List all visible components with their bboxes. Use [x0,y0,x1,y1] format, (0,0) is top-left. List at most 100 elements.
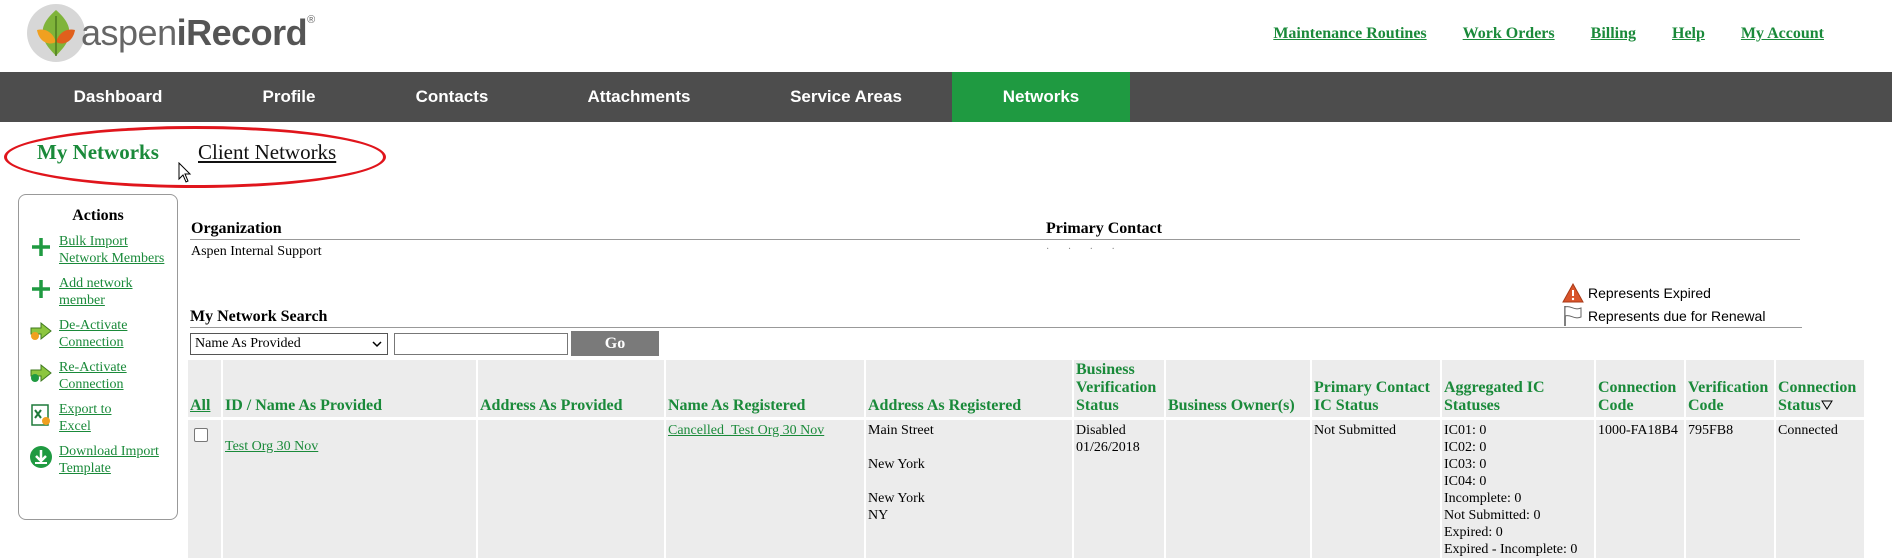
download-icon [30,446,52,468]
ic-status-line: Incomplete: 0 [1444,491,1522,506]
ic-status-line: IC04: 0 [1444,474,1487,489]
plus-icon [32,280,50,298]
cell-connection-status: Connected [1778,423,1838,438]
header-aggregated-ic[interactable]: Aggregated IC Statuses [1442,360,1596,417]
action-add-member[interactable]: Add network member [19,275,177,309]
ic-status-line: Not Submitted: 0 [1444,508,1541,523]
search-input[interactable] [394,333,568,355]
tab-my-networks[interactable]: My Networks [37,140,159,165]
nav-dashboard[interactable]: Dashboard [30,72,206,122]
cell-business-verification: Disabled 01/26/2018 [1074,420,1166,558]
header-primary-contact-ic[interactable]: Primary Contact IC Status [1312,360,1442,417]
ic-status-line: Expired: 0 [1444,525,1503,540]
address-line: Main Street [868,423,934,438]
nav-contacts[interactable]: Contacts [372,72,532,122]
mouse-cursor-icon [178,162,192,183]
help-link[interactable]: Help [1672,25,1705,43]
primary-contact-label: Primary Contact [1046,220,1162,237]
top-links: Maintenance Routines Work Orders Billing… [1237,25,1824,43]
warning-triangle-icon [1562,282,1584,302]
header-connection-code[interactable]: Connection Code [1596,360,1686,417]
main-nav: Dashboard Profile Contacts Attachments S… [0,72,1892,122]
header-address-provided[interactable]: Address As Provided [478,360,666,417]
flag-icon [1564,305,1582,326]
brand-name: aspeniRecord® [81,12,315,53]
billing-link[interactable]: Billing [1591,25,1636,43]
header-business-verification[interactable]: Business Verification Status [1074,360,1166,417]
go-button[interactable]: Go [571,331,659,356]
sort-desc-icon[interactable] [1820,400,1833,410]
ic-status-line: IC03: 0 [1444,457,1487,472]
action-deactivate[interactable]: De-Activate Connection [19,317,177,351]
ic-status-line: IC01: 0 [1444,423,1487,438]
export-excel-link[interactable]: Export to Excel [59,401,112,435]
organization-value: Aspen Internal Support [191,244,322,259]
cell-connection-code: 1000-FA18B4 [1596,420,1686,558]
row-name-link[interactable]: Test Org 30 Nov [225,439,318,454]
legend-expired-label: Represents Expired [1588,284,1711,301]
search-select-value: Name As Provided [195,336,301,351]
nav-attachments[interactable]: Attachments [532,72,746,122]
cell-business-owners [1166,420,1312,558]
deactivate-arrow-icon [30,321,52,341]
reactivate-connection-link[interactable]: Re-Activate Connection [59,359,127,393]
legend-renewal: Represents due for Renewal [1562,304,1765,327]
chevron-down-icon [372,341,382,348]
header-verification-code[interactable]: Verification Code [1686,360,1776,417]
header-name-registered[interactable]: Name As Registered [666,360,866,417]
excel-icon [31,404,50,426]
my-account-link[interactable]: My Account [1741,25,1824,43]
maintenance-routines-link[interactable]: Maintenance Routines [1273,25,1426,43]
action-download-template[interactable]: Download Import Template [19,443,177,477]
ic-status-line: Expired - Incomplete: 0 [1444,542,1578,557]
verification-date: 01/26/2018 [1076,440,1140,455]
deactivate-connection-link[interactable]: De-Activate Connection [59,317,127,351]
cell-name-registered: Cancelled_Test Org 30 Nov [666,420,866,558]
cell-primary-contact-ic: Not Submitted [1312,420,1442,558]
nav-service-areas[interactable]: Service Areas [746,72,946,122]
tab-client-networks[interactable]: Client Networks [198,140,336,165]
verification-status: Disabled [1076,423,1126,438]
organization-label: Organization [191,220,282,237]
legend: Represents Expired Represents due for Re… [1562,281,1765,327]
network-search-title: My Network Search [190,308,328,325]
row-select-cell [188,420,223,558]
work-orders-link[interactable]: Work Orders [1463,25,1555,43]
nav-profile[interactable]: Profile [206,72,372,122]
cell-address-provided [478,420,666,558]
header-all[interactable]: All [188,360,223,417]
brand-logo[interactable]: aspeniRecord® [25,2,315,64]
action-reactivate[interactable]: Re-Activate Connection [19,359,177,393]
ic-status-line: IC02: 0 [1444,440,1487,455]
actions-title: Actions [72,207,124,224]
header-id-name[interactable]: ID / Name As Provided [223,360,478,417]
action-bulk-import[interactable]: Bulk Import Network Members [19,233,177,267]
header-address-registered[interactable]: Address As Registered [866,360,1074,417]
search-divider [190,327,1802,328]
primary-contact-value: · · · · [1046,244,1123,255]
address-line: New York [868,457,925,472]
download-template-link[interactable]: Download Import Template [59,443,159,477]
legend-renewal-label: Represents due for Renewal [1588,307,1766,324]
reactivate-arrow-icon [30,363,52,383]
address-line: New York [868,491,925,506]
action-export-excel[interactable]: Export to Excel [19,401,177,435]
registered-name-link[interactable]: Cancelled_Test Org 30 Nov [668,423,824,438]
row-checkbox[interactable] [194,428,208,442]
plus-icon [32,238,50,256]
header-business-owners[interactable]: Business Owner(s) [1166,360,1312,417]
cell-address-registered: Main Street New York New York NY [866,420,1074,558]
network-table: All ID / Name As Provided Address As Pro… [188,360,1864,558]
bulk-import-link[interactable]: Bulk Import Network Members [59,233,164,267]
cell-id-name: Test Org 30 Nov [223,420,478,558]
nav-networks[interactable]: Networks [952,72,1130,122]
header-connection-status[interactable]: Connection Status [1776,360,1864,417]
address-line: NY [868,508,889,523]
add-network-member-link[interactable]: Add network member [59,275,133,309]
legend-expired: Represents Expired [1562,281,1765,304]
header: aspeniRecord® Maintenance Routines Work … [0,0,1892,72]
aspen-leaf-icon [27,4,85,62]
search-field-select[interactable]: Name As Provided [190,333,388,355]
cell-verification-code: 795FB8 [1686,420,1776,558]
organization-header: Organization Primary Contact [190,218,1800,240]
